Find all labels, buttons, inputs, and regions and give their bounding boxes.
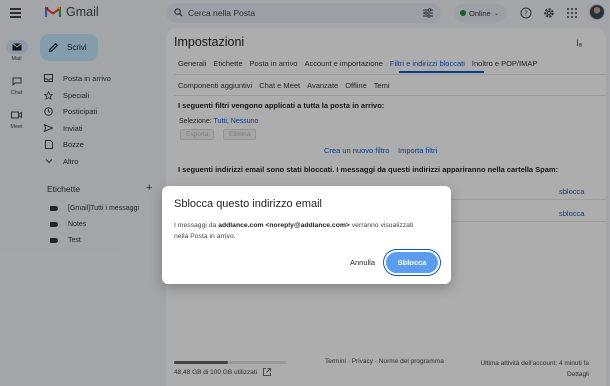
cancel-button[interactable]: Annulla bbox=[350, 258, 375, 267]
dialog-sender: addlance.com <noreply@addlance.com> bbox=[218, 222, 350, 229]
confirm-unblock-button[interactable]: Sblocca bbox=[386, 252, 438, 273]
unblock-dialog: Sblocca questo indirizzo email I messagg… bbox=[162, 186, 451, 284]
dialog-body-prefix: I messaggi da bbox=[174, 222, 219, 229]
dialog-title: Sblocca questo indirizzo email bbox=[174, 198, 322, 210]
dialog-body: I messaggi da addlance.com <noreply@addl… bbox=[174, 220, 414, 242]
